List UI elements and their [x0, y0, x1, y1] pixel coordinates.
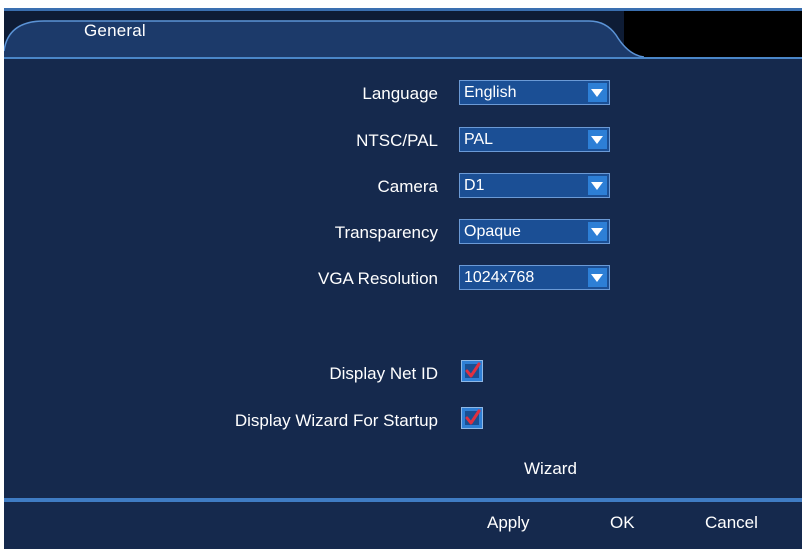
chevron-down-icon[interactable] [588, 222, 607, 241]
language-row: Language English [4, 80, 802, 108]
language-select[interactable]: English [459, 80, 610, 105]
camera-select[interactable]: D1 [459, 173, 610, 198]
vga-resolution-select[interactable]: 1024x768 [459, 265, 610, 290]
ntsc-pal-value: PAL [464, 131, 494, 148]
general-settings-window: General Language English NTSC/PAL PAL Ca… [4, 8, 802, 549]
apply-button[interactable]: Apply [487, 513, 530, 533]
language-value: English [464, 84, 517, 101]
footer-divider [4, 498, 802, 502]
transparency-select[interactable]: Opaque [459, 219, 610, 244]
display-net-id-checkbox[interactable] [461, 360, 483, 382]
display-wizard-checkbox[interactable] [461, 407, 483, 429]
cancel-button[interactable]: Cancel [705, 513, 758, 533]
header-divider [4, 57, 802, 59]
checkmark-icon [465, 362, 481, 378]
ntsc-pal-row: NTSC/PAL PAL [4, 127, 802, 155]
ntsc-pal-select[interactable]: PAL [459, 127, 610, 152]
transparency-label: Transparency [334, 223, 438, 242]
camera-label: Camera [377, 177, 438, 196]
camera-value: D1 [464, 177, 485, 194]
tab-general[interactable]: General [84, 21, 146, 41]
display-net-id-label: Display Net ID [329, 364, 438, 383]
chevron-down-icon[interactable] [588, 130, 607, 149]
chevron-down-icon[interactable] [588, 83, 607, 102]
display-wizard-row: Display Wizard For Startup [4, 407, 802, 435]
chevron-down-icon[interactable] [588, 268, 607, 287]
wizard-button[interactable]: Wizard [524, 459, 577, 479]
header-right-area [624, 11, 802, 57]
checkmark-icon [465, 409, 481, 425]
vga-resolution-label: VGA Resolution [317, 269, 438, 288]
camera-row: Camera D1 [4, 173, 802, 201]
display-wizard-label: Display Wizard For Startup [234, 411, 438, 430]
chevron-down-icon[interactable] [588, 176, 607, 195]
transparency-row: Transparency Opaque [4, 219, 802, 247]
transparency-value: Opaque [464, 223, 521, 240]
ntsc-pal-label: NTSC/PAL [356, 131, 438, 150]
vga-resolution-value: 1024x768 [464, 269, 535, 286]
language-label: Language [362, 84, 438, 103]
vga-resolution-row: VGA Resolution 1024x768 [4, 265, 802, 293]
display-net-id-row: Display Net ID [4, 360, 802, 388]
ok-button[interactable]: OK [610, 513, 635, 533]
